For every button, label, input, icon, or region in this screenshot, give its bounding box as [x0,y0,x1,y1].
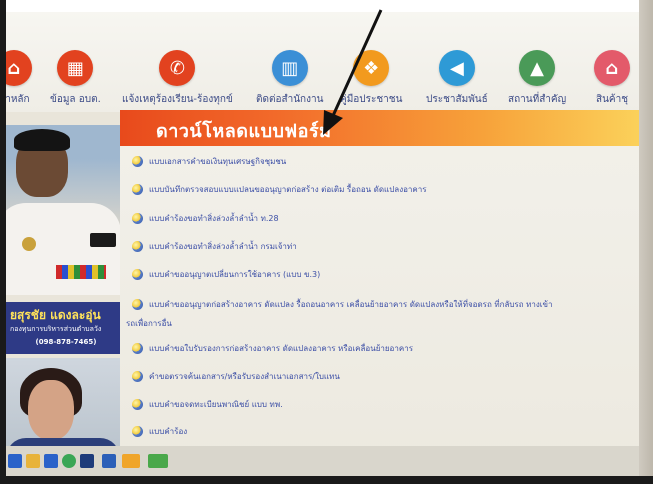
megaphone-icon: ◀ [438,50,475,86]
shop-icon: ⌂ [594,50,630,86]
form-link[interactable]: แบบเอกสารคำขอเงินทุนเศรษฐกิจชุมชน [132,155,286,168]
globe-bullet-icon [132,343,143,354]
face [28,380,74,440]
screen-photo: ⌂ น้าหลัก ▦ ข้อมูล อบต. ✆ แจ้งเหตุร้องเร… [0,0,653,484]
building-icon: ▦ [57,50,94,86]
form-link[interactable]: แบบคำร้องขอทำสิ่งล่วงล้ำลำน้ำ กรมเจ้าท่า [132,240,297,253]
form-link[interactable]: คำขอตรวจค้นเอกสาร/หรือรับรองสำเนาเอกสาร/… [132,370,340,383]
line-app-icon[interactable] [122,454,140,468]
chrome-icon[interactable] [62,454,76,468]
banner-title: ดาวน์โหลดแบบฟอร์ม [156,121,332,142]
nav-item-pr[interactable]: ◀ ประชาสัมพันธ์ [426,50,488,107]
nav-label: ประชาสัมพันธ์ [426,94,488,105]
globe-bullet-icon [132,371,143,382]
name-card: ยสุรชัย แดงละอุ่น กองทุนการบริหารส่วนตำบ… [6,302,120,354]
nav-label: สถานที่สำคัญ [508,94,567,105]
form-link[interactable]: แบบคำขอใบรับรองการก่อสร้างอาคาร ดัดแปลงอ… [132,342,413,355]
official-name: ยสุรชัย แดงละอุ่น [10,308,101,322]
nav-item-complaint[interactable]: ✆ แจ้งเหตุร้องเรียน-ร้องทุกข์ [122,50,233,107]
form-link[interactable]: แบบคำขออนุญาตก่อสร้างอาคาร ดัดแปลง รื้อถ… [132,298,552,311]
download-forms-banner: ดาวน์โหลดแบบฟอร์ม [120,110,639,146]
word-icon[interactable] [102,454,116,468]
globe-bullet-icon [132,399,143,410]
form-link-continuation: รถเพื่อการอื่น [126,319,172,328]
form-link[interactable]: แบบคำร้องขอทำสิ่งล่วงล้ำลำน้ำ ท.28 [132,212,279,225]
manual-icon: ❖ [353,50,390,86]
hair [14,129,70,151]
nav-label: แจ้งเหตุร้องเรียน-ร้องทุกข์ [122,94,233,105]
taskbar [6,446,639,476]
nav-item-products[interactable]: ⌂ สินค้าชุ [594,50,630,107]
monitor-bezel-bottom [0,476,653,484]
globe-bullet-icon [132,156,143,167]
badge [90,233,116,247]
top-navigation: ⌂ น้าหลัก ▦ ข้อมูล อบต. ✆ แจ้งเหตุร้องเร… [0,12,639,112]
nav-item-about[interactable]: ▦ ข้อมูล อบต. [50,50,101,107]
nav-item-contact[interactable]: ▥ ติดต่อสำนักงาน [256,50,323,107]
nav-label: สินค้าชุ [595,94,629,105]
landmark-icon: ▲ [519,50,556,86]
nav-item-manual[interactable]: ❖ คู่มือประชาชน [340,50,402,107]
phone-icon: ✆ [159,50,196,86]
form-link[interactable]: แบบคำขอจดทะเบียนพาณิชย์ แบบ ทพ. [132,398,283,411]
form-link[interactable]: แบบคำขออนุญาตเปลี่ยนการใช้อาคาร (แบบ ข.3… [132,268,320,281]
taskbar-app-icon[interactable] [80,454,94,468]
nav-label: คู่มือประชาชน [340,94,403,105]
globe-bullet-icon [132,241,143,252]
globe-bullet-icon [132,184,143,195]
globe-bullet-icon [132,213,143,224]
official-photo-2 [6,358,120,458]
windows-icon[interactable] [8,454,22,468]
top-edge [0,0,653,12]
official-role: กองทุนการบริหารส่วนตำบลวัง [10,325,102,333]
globe-bullet-icon [132,269,143,280]
globe-bullet-icon [132,299,143,310]
monitor-bezel-left [0,0,6,484]
uniform [6,203,120,295]
nav-label: ติดต่อสำนักงาน [256,94,324,105]
form-link[interactable]: แบบบันทึกตรวจสอบแบบแปลนขออนุญาตก่อสร้าง … [132,183,427,196]
office-icon: ▥ [271,50,308,86]
official-phone: (098-878-7465) [35,338,97,346]
nav-label: ข้อมูล อบต. [50,94,101,105]
ribbon-bar [56,265,106,279]
mayor-photo [6,125,120,295]
mail-icon[interactable] [44,454,58,468]
nav-item-landmarks[interactable]: ▲ สถานที่สำคัญ [508,50,566,107]
folder-icon[interactable] [26,454,40,468]
line-icon[interactable] [148,454,168,468]
globe-bullet-icon [132,426,143,437]
monitor-bezel-right [639,0,653,484]
form-link[interactable]: แบบคำร้อง [132,425,187,438]
badge [22,237,36,251]
